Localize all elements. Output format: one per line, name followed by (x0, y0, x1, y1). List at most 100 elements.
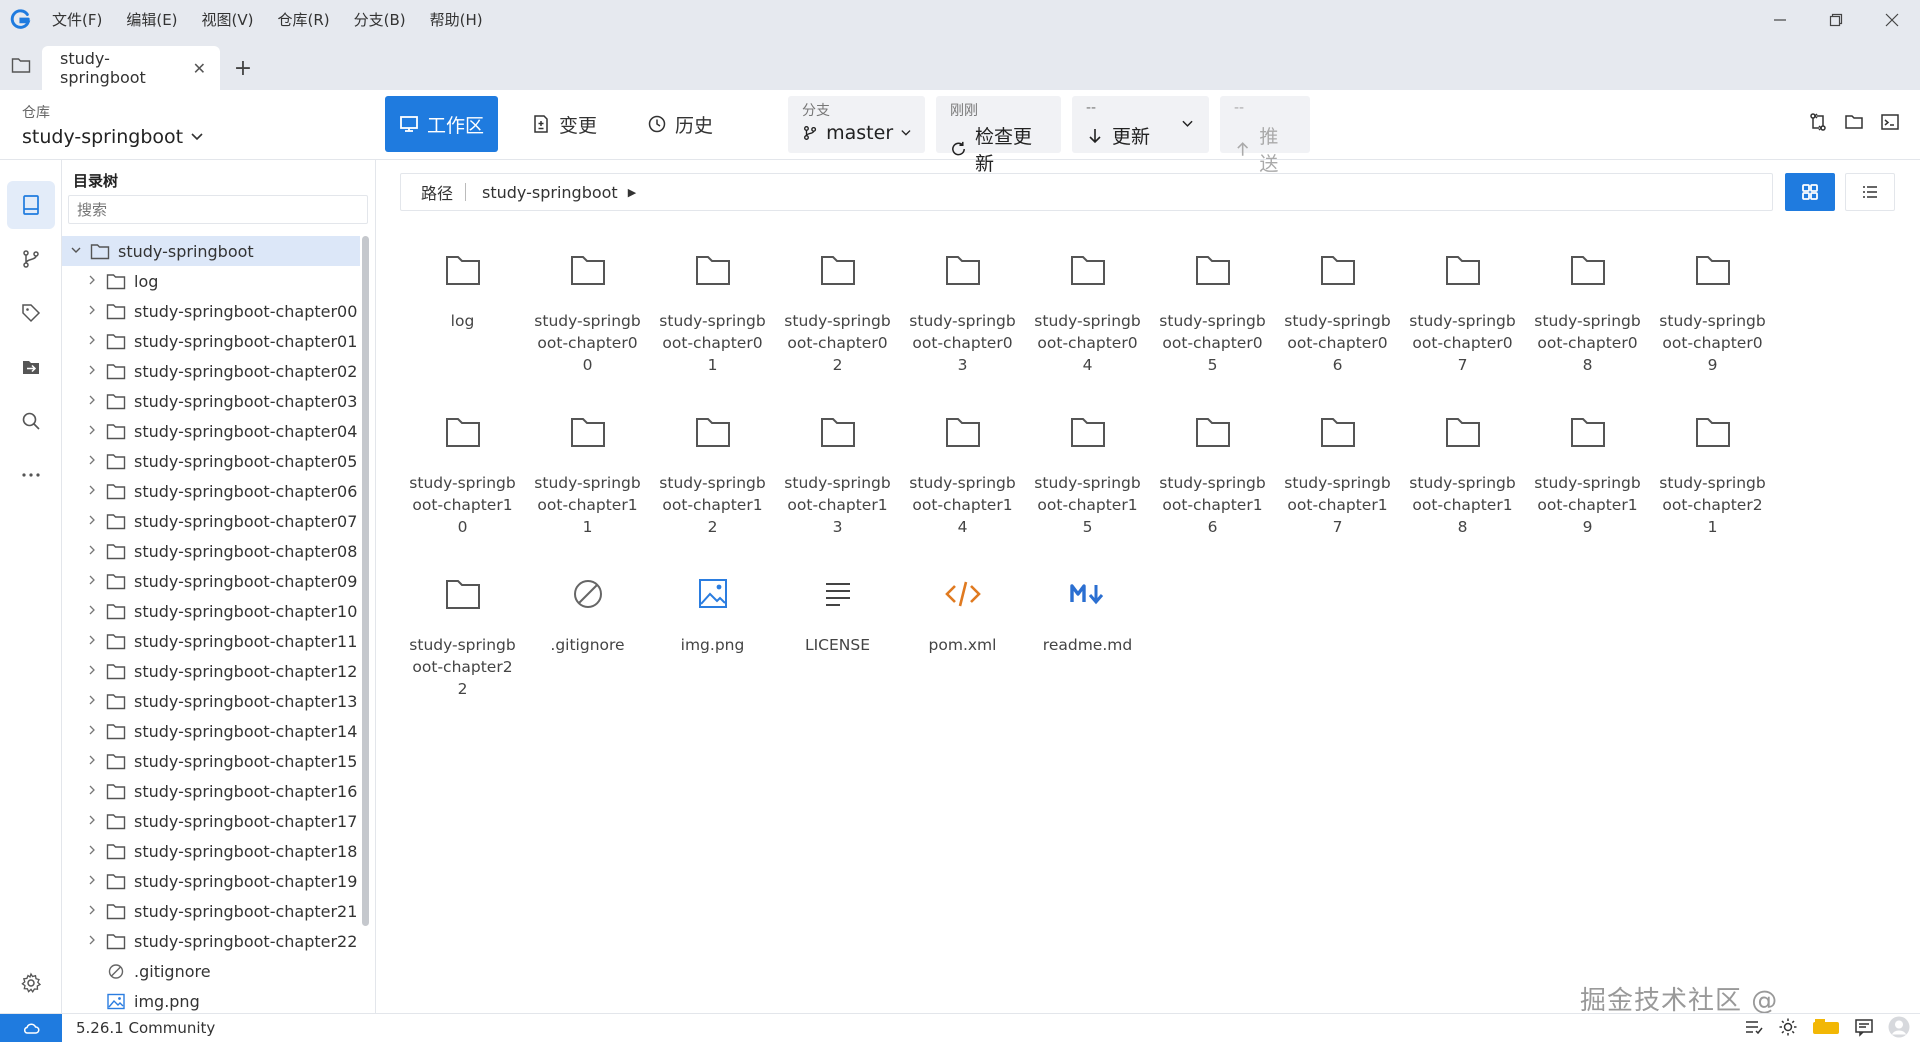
tree-item[interactable]: .gitignore (62, 956, 360, 986)
license-badge-icon[interactable] (1812, 1017, 1840, 1037)
file-item[interactable]: study-springboot-chapter18 (1400, 400, 1525, 540)
file-item[interactable]: study-springboot-chapter15 (1025, 400, 1150, 540)
tree-item[interactable]: study-springboot-chapter04 (62, 416, 360, 446)
tree-item[interactable]: study-springboot-chapter13 (62, 686, 360, 716)
chevron-down-icon[interactable] (68, 244, 84, 258)
menu-item-5[interactable]: 帮助(H) (418, 0, 495, 40)
tree-search-input[interactable] (68, 195, 368, 224)
chevron-right-icon[interactable] (84, 424, 100, 438)
tab-workspace[interactable]: 工作区 (385, 96, 498, 152)
file-item[interactable]: study-springboot-chapter19 (1525, 400, 1650, 540)
push-button[interactable]: -- 推送 (1220, 96, 1310, 175)
tasks-icon[interactable] (1744, 1017, 1764, 1037)
file-item[interactable]: study-springboot-chapter22 (400, 562, 525, 702)
file-item[interactable]: study-springboot-chapter03 (900, 238, 1025, 378)
tree-item[interactable]: study-springboot-chapter22 (62, 926, 360, 956)
close-tab-icon[interactable]: ✕ (193, 59, 206, 78)
tree-item[interactable]: img.png (62, 986, 360, 1013)
chevron-right-icon[interactable] (84, 814, 100, 828)
settings-button[interactable] (7, 959, 55, 1007)
open-repository-icon[interactable] (0, 40, 42, 90)
chevron-right-icon[interactable] (84, 544, 100, 558)
menu-item-1[interactable]: 编辑(E) (114, 0, 189, 40)
chevron-right-icon[interactable] (84, 364, 100, 378)
file-item[interactable]: study-springboot-chapter01 (650, 238, 775, 378)
file-item[interactable]: study-springboot-chapter05 (1150, 238, 1275, 378)
chevron-right-icon[interactable] (84, 514, 100, 528)
chevron-right-icon[interactable] (84, 484, 100, 498)
chevron-right-icon[interactable] (84, 934, 100, 948)
chevron-right-icon[interactable] (84, 334, 100, 348)
file-item[interactable]: LICENSE (775, 562, 900, 702)
chevron-right-icon[interactable] (84, 574, 100, 588)
chevron-right-icon[interactable] (84, 724, 100, 738)
file-item[interactable]: img.png (650, 562, 775, 702)
tree-item[interactable]: study-springboot-chapter12 (62, 656, 360, 686)
chevron-right-icon[interactable] (84, 604, 100, 618)
menu-item-2[interactable]: 视图(V) (190, 0, 266, 40)
compare-icon[interactable] (1808, 112, 1828, 132)
restore-icon[interactable] (1808, 0, 1864, 40)
tree-item[interactable]: study-springboot-chapter06 (62, 476, 360, 506)
chevron-right-icon[interactable] (84, 754, 100, 768)
chevron-right-icon[interactable] (84, 694, 100, 708)
tree-item[interactable]: study-springboot-chapter11 (62, 626, 360, 656)
chevron-right-icon[interactable] (84, 904, 100, 918)
activity-workspace-button[interactable] (7, 181, 55, 229)
chevron-right-icon[interactable] (84, 874, 100, 888)
branch-dropdown[interactable]: 分支 master (788, 96, 925, 153)
tree-item[interactable]: study-springboot-chapter15 (62, 746, 360, 776)
chevron-right-icon[interactable] (84, 304, 100, 318)
notification-icon[interactable] (1854, 1017, 1874, 1037)
tree-item[interactable]: study-springboot-chapter21 (62, 896, 360, 926)
grid-view-button[interactable] (1785, 173, 1835, 211)
chevron-right-icon[interactable] (84, 274, 100, 288)
menu-item-4[interactable]: 分支(B) (342, 0, 418, 40)
activity-search-button[interactable] (7, 397, 55, 445)
repository-tab[interactable]: study-springboot ✕ (42, 46, 220, 90)
activity-tags-button[interactable] (7, 289, 55, 337)
chevron-right-icon[interactable] (84, 844, 100, 858)
tree-item[interactable]: study-springboot-chapter18 (62, 836, 360, 866)
file-item[interactable]: study-springboot-chapter09 (1650, 238, 1775, 378)
minimize-icon[interactable] (1752, 0, 1808, 40)
tree-item[interactable]: study-springboot-chapter05 (62, 446, 360, 476)
tab-history[interactable]: 历史 (630, 96, 730, 152)
file-item[interactable]: pom.xml (900, 562, 1025, 702)
menu-item-0[interactable]: 文件(F) (40, 0, 114, 40)
file-item[interactable]: study-springboot-chapter13 (775, 400, 900, 540)
file-item[interactable]: study-springboot-chapter12 (650, 400, 775, 540)
close-window-icon[interactable] (1864, 0, 1920, 40)
repository-selector[interactable]: 仓库 study-springboot (22, 102, 203, 148)
file-item[interactable]: .gitignore (525, 562, 650, 702)
chevron-right-icon[interactable] (84, 784, 100, 798)
file-item[interactable]: study-springboot-chapter21 (1650, 400, 1775, 540)
avatar[interactable] (1888, 1016, 1910, 1038)
tree-item[interactable]: study-springboot-chapter19 (62, 866, 360, 896)
tree-item[interactable]: study-springboot-chapter01 (62, 326, 360, 356)
tree-item[interactable]: study-springboot-chapter10 (62, 596, 360, 626)
sync-status-button[interactable] (0, 1013, 62, 1042)
caret-right-icon[interactable]: ▶ (628, 186, 636, 199)
fetch-button[interactable]: 刚刚 检查更新 (936, 96, 1061, 175)
tree-item[interactable]: study-springboot-chapter00 (62, 296, 360, 326)
chevron-right-icon[interactable] (84, 664, 100, 678)
tree-item[interactable]: study-springboot-chapter16 (62, 776, 360, 806)
activity-branches-button[interactable] (7, 235, 55, 283)
tree-item[interactable]: study-springboot-chapter02 (62, 356, 360, 386)
file-item[interactable]: study-springboot-chapter17 (1275, 400, 1400, 540)
tree-item[interactable]: study-springboot-chapter09 (62, 566, 360, 596)
file-item[interactable]: study-springboot-chapter08 (1525, 238, 1650, 378)
file-item[interactable]: log (400, 238, 525, 378)
file-item[interactable]: study-springboot-chapter00 (525, 238, 650, 378)
tree-item[interactable]: study-springboot (62, 236, 360, 266)
activity-more-button[interactable] (7, 451, 55, 499)
pull-options-chevron-icon[interactable] (1182, 120, 1193, 128)
file-item[interactable]: study-springboot-chapter02 (775, 238, 900, 378)
tree-item[interactable]: study-springboot-chapter07 (62, 506, 360, 536)
tab-changes[interactable]: 变更 (514, 96, 614, 152)
terminal-icon[interactable] (1880, 112, 1900, 132)
file-item[interactable]: study-springboot-chapter11 (525, 400, 650, 540)
chevron-right-icon[interactable] (84, 634, 100, 648)
list-view-button[interactable] (1845, 173, 1895, 211)
